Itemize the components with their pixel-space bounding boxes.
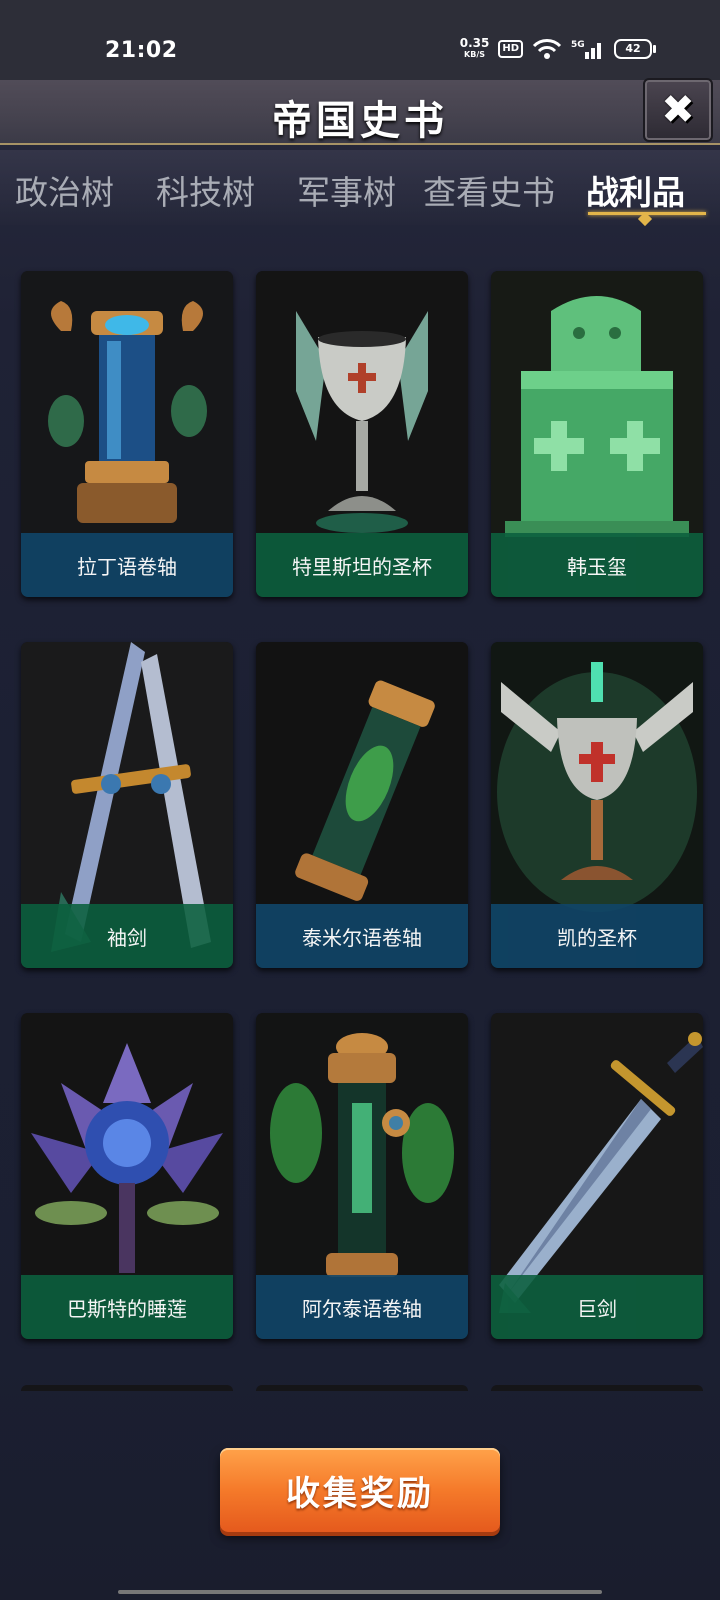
loot-name: 凯的圣杯 [491,904,703,968]
loot-card-latin-scroll[interactable]: 拉丁语卷轴 [21,271,233,597]
wifi-icon [532,39,562,59]
loot-card-partial [256,1385,468,1391]
loot-name: 阿尔泰语卷轴 [256,1275,468,1339]
tab-military[interactable]: 军事树 [297,166,396,214]
tab-politics[interactable]: 政治树 [15,166,114,214]
loot-card-jade-seal[interactable]: 韩玉玺 [491,271,703,597]
gesture-bar [118,1590,602,1594]
loot-card-kay-grail[interactable]: 凯的圣杯 [491,642,703,968]
loot-card-greatsword[interactable]: 巨剑 [491,1013,703,1339]
battery-icon: 42 [614,39,656,59]
header-bar: 帝国史书 [0,80,720,144]
header-divider [0,143,720,145]
status-icons: 0.35 KB/S HD 5G 42 [459,36,656,60]
tab-technology[interactable]: 科技树 [156,166,255,214]
signal-icon: 5G [571,40,601,59]
loot-name: 巴斯特的睡莲 [21,1275,233,1339]
loot-card-bast-lotus[interactable]: 巴斯特的睡莲 [21,1013,233,1339]
loot-card-tristan-grail[interactable]: 特里斯坦的圣杯 [256,271,468,597]
network-speed: 0.35 KB/S [459,36,490,59]
loot-card-tamil-scroll[interactable]: 泰米尔语卷轴 [256,642,468,968]
svg-text:5G: 5G [571,40,585,50]
page-title: 帝国史书 [272,98,448,144]
loot-name: 泰米尔语卷轴 [256,904,468,968]
close-icon: ✖ [661,87,695,133]
loot-name: 特里斯坦的圣杯 [256,533,468,597]
collect-rewards-button[interactable]: 收集奖励 [220,1448,500,1532]
loot-card-altai-scroll[interactable]: 阿尔泰语卷轴 [256,1013,468,1339]
clock: 21:02 [105,38,178,63]
loot-name: 韩玉玺 [491,533,703,597]
loot-name: 拉丁语卷轴 [21,533,233,597]
loot-name: 巨剑 [491,1275,703,1339]
tab-history-book[interactable]: 查看史书 [423,166,555,214]
loot-card-partial [21,1385,233,1391]
status-bar: 21:02 0.35 KB/S HD 5G 42 [0,0,720,80]
loot-card-hidden-blade[interactable]: 袖剑 [21,642,233,968]
loot-name: 袖剑 [21,904,233,968]
close-button[interactable]: ✖ [643,78,713,142]
tab-loot[interactable]: 战利品 [586,166,685,214]
loot-card-partial [491,1385,703,1391]
hd-icon: HD [498,40,523,58]
